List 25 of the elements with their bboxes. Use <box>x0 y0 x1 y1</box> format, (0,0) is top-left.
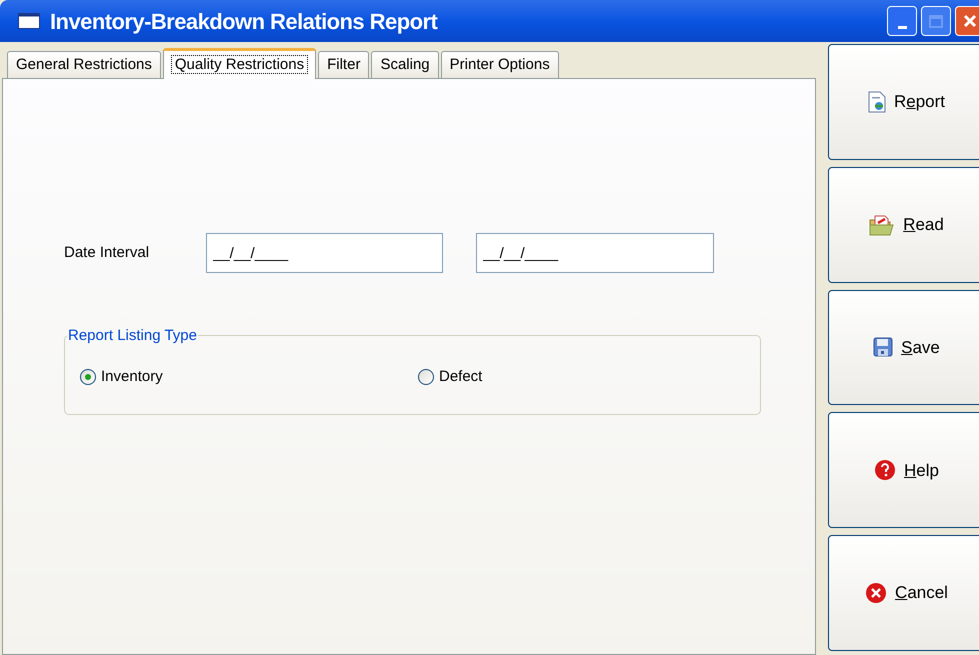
action-button[interactable]: Read <box>828 166 979 283</box>
radio-button[interactable]: Inventory <box>80 366 418 388</box>
minimize-button[interactable] <box>887 6 917 36</box>
window-icon <box>18 13 40 29</box>
document-icon <box>868 90 886 113</box>
start-date-field[interactable]: __/__/____ <box>206 233 443 273</box>
action-button[interactable]: Cancel <box>828 535 979 651</box>
close-icon <box>865 582 888 604</box>
window-title: Inventory-Breakdown Relations Report <box>50 8 438 36</box>
close-button[interactable] <box>955 6 979 36</box>
tab[interactable]: Printer Options <box>440 51 559 78</box>
close-icon <box>963 14 977 28</box>
action-button[interactable]: Save <box>828 290 979 406</box>
tab[interactable]: General Restrictions <box>7 51 161 78</box>
maximize-button[interactable] <box>921 6 951 36</box>
end-date-field[interactable]: __/__/____ <box>476 233 714 273</box>
date-interval-label: Date Interval <box>64 242 150 263</box>
question-mark-icon <box>874 459 896 482</box>
tab[interactable]: Filter <box>318 51 370 78</box>
action-button[interactable]: Report <box>828 44 979 160</box>
tab[interactable]: Scaling <box>371 51 439 78</box>
tab[interactable]: Quality Restrictions <box>162 48 316 79</box>
folder-icon <box>869 214 896 236</box>
radio-button[interactable]: Defect <box>418 366 482 388</box>
action-button[interactable]: Help <box>828 412 979 528</box>
